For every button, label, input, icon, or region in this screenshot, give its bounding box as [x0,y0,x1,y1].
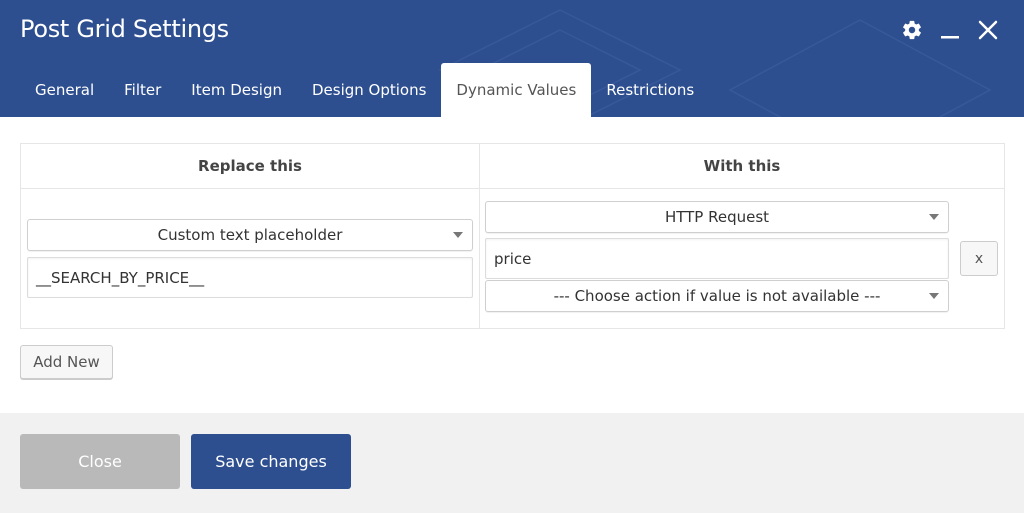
replace-type-select[interactable]: Custom text placeholder [27,219,473,251]
column-header-replace: Replace this [198,157,302,175]
settings-tabs: General Filter Item Design Design Option… [20,63,709,117]
with-value-input[interactable]: price [485,238,949,279]
chevron-down-icon [929,293,939,299]
window-controls [900,16,1000,44]
save-changes-button[interactable]: Save changes [191,434,351,489]
gear-icon[interactable] [900,16,924,44]
replace-value-input[interactable]: __SEARCH_BY_PRICE__ [27,257,473,298]
add-new-button[interactable]: Add New [20,345,113,379]
tab-dynamic-values[interactable]: Dynamic Values [441,63,592,117]
tab-restrictions[interactable]: Restrictions [591,63,709,117]
chevron-down-icon [929,214,939,220]
close-icon[interactable] [976,16,1000,44]
header-row-divider [21,188,1004,189]
with-value-text: price [494,249,532,268]
tab-filter[interactable]: Filter [109,63,176,117]
tab-design-options[interactable]: Design Options [297,63,441,117]
fallback-action-value: --- Choose action if value is not availa… [553,287,881,305]
chevron-down-icon [453,232,463,238]
tab-general[interactable]: General [20,63,109,117]
column-header-with: With this [703,157,781,175]
dialog-title: Post Grid Settings [20,15,229,43]
fallback-action-select[interactable]: --- Choose action if value is not availa… [485,280,949,312]
with-source-select[interactable]: HTTP Request [485,201,949,233]
replace-value-text: __SEARCH_BY_PRICE__ [36,268,205,287]
close-button[interactable]: Close [20,434,180,489]
dialog-header: Post Grid Settings General Filter Item D… [0,0,1024,117]
dialog-footer: Close Save changes [0,413,1024,513]
remove-row-button[interactable]: x [960,241,998,276]
tab-item-design[interactable]: Item Design [176,63,297,117]
with-source-value: HTTP Request [664,208,770,226]
minimize-icon[interactable] [938,16,962,44]
replace-type-value: Custom text placeholder [157,226,343,244]
